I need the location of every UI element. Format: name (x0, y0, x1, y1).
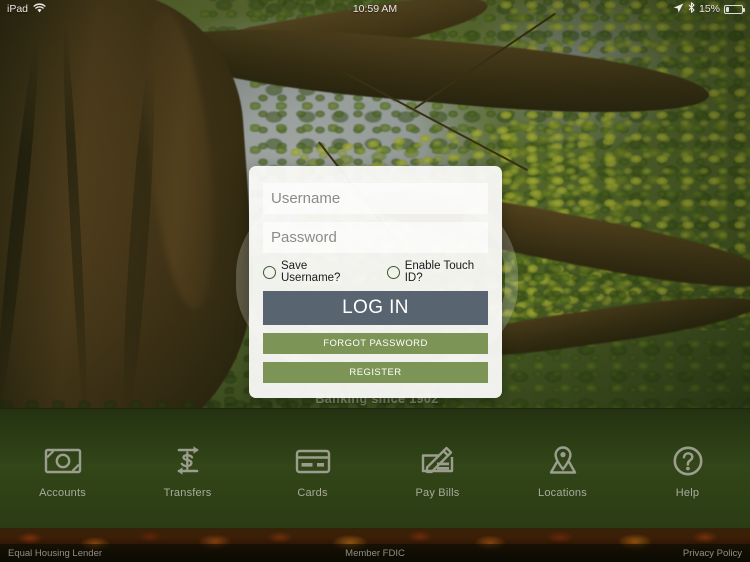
nav-item-accounts[interactable]: Accounts (0, 409, 125, 528)
credit-card-icon (293, 444, 333, 478)
nav-label-help: Help (675, 487, 700, 499)
map-pin-icon (543, 444, 583, 478)
member-fdic-label: Member FDIC (345, 547, 405, 559)
login-button[interactable]: LOG IN (263, 291, 488, 325)
nav-label-locations: Locations (538, 487, 587, 499)
password-input[interactable] (263, 222, 488, 253)
register-button[interactable]: REGISTER (263, 362, 488, 383)
enable-touch-id-radio[interactable] (386, 265, 400, 279)
footer-bar: Equal Housing Lender Member FDIC Privacy… (0, 544, 750, 562)
check-pencil-icon (418, 444, 458, 478)
save-username-radio[interactable] (263, 265, 276, 279)
login-options-row: Save Username? Enable Touch ID? (263, 260, 488, 284)
login-card: Save Username? Enable Touch ID? LOG IN F… (249, 166, 502, 398)
forgot-password-button[interactable]: FORGOT PASSWORD (263, 333, 488, 354)
nav-label-accounts: Accounts (39, 487, 86, 499)
bottom-navigation-bar: Accounts Transfers Cards Pay Bills Locat… (0, 408, 750, 528)
enable-touch-id-label: Enable Touch ID? (404, 260, 475, 284)
save-username-option[interactable]: Save Username? (263, 260, 363, 284)
nav-item-help[interactable]: Help (625, 409, 750, 528)
transfer-arrows-dollar-icon (168, 444, 208, 478)
username-input[interactable] (263, 183, 488, 214)
nav-label-pay-bills: Pay Bills (415, 487, 460, 499)
status-bar: iPad 10:59 AM 15% (0, 0, 750, 18)
battery-fill (726, 6, 729, 12)
nav-item-transfers[interactable]: Transfers (125, 409, 250, 528)
nav-item-cards[interactable]: Cards (250, 409, 375, 528)
save-username-label: Save Username? (281, 260, 341, 284)
question-circle-icon (668, 444, 708, 478)
nav-item-locations[interactable]: Locations (500, 409, 625, 528)
nav-label-transfers: Transfers (163, 487, 212, 499)
battery-icon (724, 4, 745, 14)
money-bill-icon (43, 444, 83, 478)
nav-label-cards: Cards (297, 487, 328, 499)
status-bar-time: 10:59 AM (352, 3, 398, 15)
nav-item-pay-bills[interactable]: Pay Bills (375, 409, 500, 528)
enable-touch-id-option[interactable]: Enable Touch ID? (386, 260, 488, 284)
